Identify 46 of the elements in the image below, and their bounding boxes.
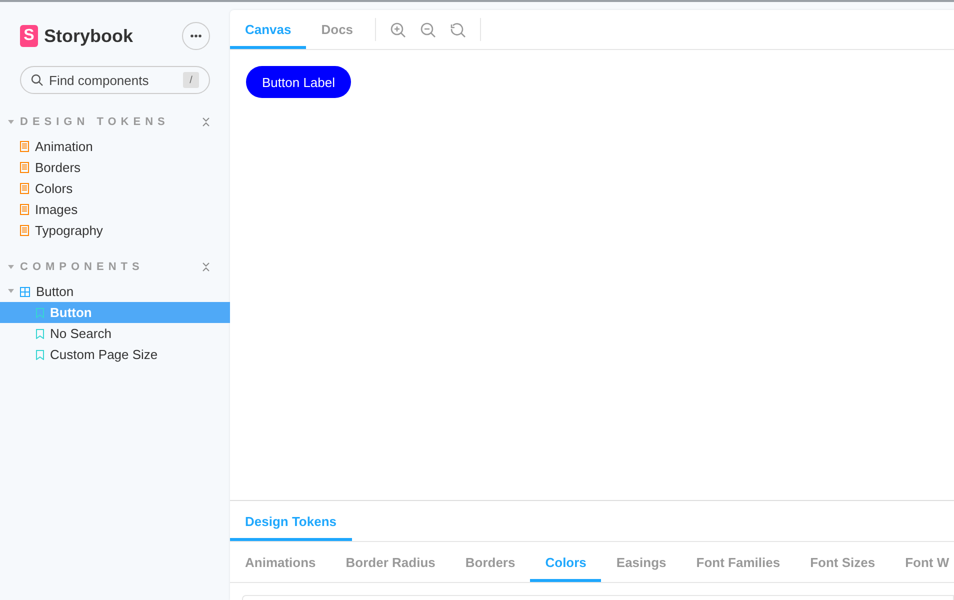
zoom-in-icon[interactable] <box>390 22 406 38</box>
bookmark-icon <box>36 350 44 360</box>
tab[interactable]: Border Radius <box>330 542 450 582</box>
tab[interactable]: Easings <box>601 542 682 582</box>
logo-mark: S <box>20 25 38 47</box>
section-header[interactable]: DESIGN TOKENS <box>0 114 230 130</box>
ellipsis-icon <box>190 34 202 38</box>
caret-icon <box>8 264 14 270</box>
document-icon <box>20 141 29 152</box>
tree-item[interactable]: Images <box>0 199 230 220</box>
tab[interactable]: Colors <box>530 542 602 582</box>
tree-item[interactable]: Colors <box>0 178 230 199</box>
tab[interactable]: Canvas <box>230 10 306 49</box>
document-icon <box>20 225 29 236</box>
tab[interactable]: Animations <box>230 542 331 582</box>
tab[interactable]: Font W <box>890 542 954 582</box>
bookmark-icon <box>36 308 44 318</box>
tab[interactable]: Font Families <box>681 542 796 582</box>
bookmark-icon <box>36 328 44 338</box>
tree-item[interactable]: Button <box>0 281 230 302</box>
tree-item[interactable]: Borders <box>0 157 230 178</box>
tab[interactable]: Design Tokens <box>230 501 352 541</box>
tree-item[interactable]: Animation <box>0 136 230 157</box>
tree-item[interactable]: No Search <box>0 323 230 344</box>
caret-icon <box>8 119 14 125</box>
collapse-icon[interactable] <box>202 262 210 272</box>
search-icon <box>31 74 43 86</box>
grid-icon <box>20 286 30 296</box>
section-header[interactable]: COMPONENTS <box>0 259 230 275</box>
caret-icon <box>8 288 14 294</box>
brand-name: Storybook <box>44 26 134 46</box>
tab[interactable]: Font Sizes <box>795 542 890 582</box>
tab[interactable]: Borders <box>450 542 530 582</box>
tab[interactable]: Docs <box>306 10 368 49</box>
collapse-icon[interactable] <box>202 117 210 127</box>
zoom-out-icon[interactable] <box>420 22 436 38</box>
more-button[interactable] <box>182 22 210 50</box>
document-icon <box>20 183 29 194</box>
shortcut-key: / <box>183 72 199 88</box>
tree-item[interactable]: Typography <box>0 220 230 241</box>
tree-item[interactable]: Button <box>0 302 230 323</box>
document-icon <box>20 204 29 215</box>
reset-zoom-icon[interactable] <box>450 22 466 38</box>
story-button[interactable]: Button Label <box>246 66 352 98</box>
document-icon <box>20 162 29 173</box>
tree-item[interactable]: Custom Page Size <box>0 344 230 365</box>
